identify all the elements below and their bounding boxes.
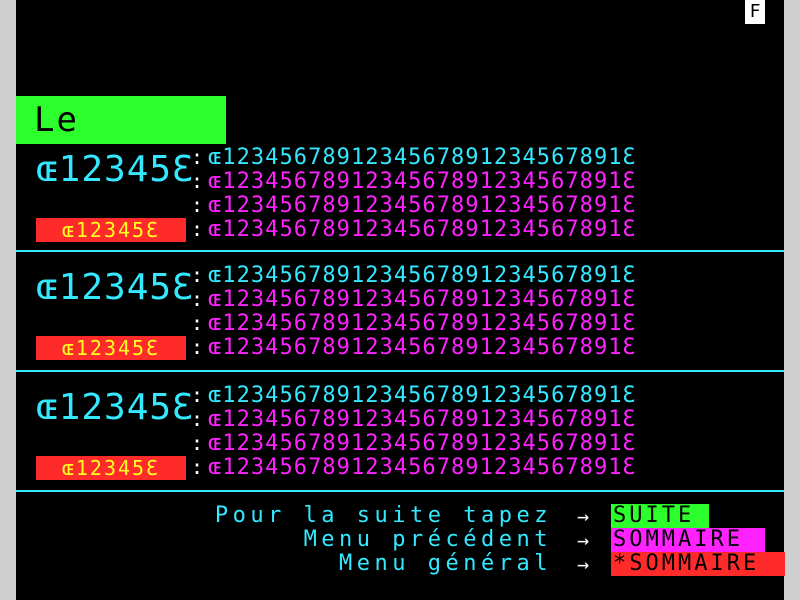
divider xyxy=(16,250,784,252)
divider xyxy=(16,490,784,492)
info-line: ɶ1234567891234567891234567891Ɛ xyxy=(208,288,637,312)
separator: : xyxy=(190,311,204,335)
menu-row-next: Pour la suite tapez → SUITE xyxy=(16,504,784,528)
info-line: ɶ1234567891234567891234567891Ɛ xyxy=(208,384,637,408)
separator: : xyxy=(190,145,204,169)
separator: : xyxy=(190,407,204,431)
suite-key[interactable]: SUITE xyxy=(611,504,709,528)
arrow-right-icon: → xyxy=(576,528,590,552)
arrow-right-icon: → xyxy=(576,552,590,576)
sommaire-key[interactable]: SOMMAIRE xyxy=(611,528,765,552)
separator: : xyxy=(190,287,204,311)
divider xyxy=(16,370,784,372)
separator: : xyxy=(190,263,204,287)
block-badge: ɶ12345Ɛ xyxy=(36,218,186,242)
status-indicator: F xyxy=(745,0,765,24)
separator: : xyxy=(190,193,204,217)
block-heading: ɶ12345Ɛ xyxy=(36,267,195,308)
program-block-1: ɶ12345Ɛ ɶ12345Ɛ : : : : ɶ123456789123456… xyxy=(16,146,784,242)
main-sommaire-key[interactable]: *SOMMAIRE xyxy=(611,552,785,576)
info-line: ɶ1234567891234567891234567891Ɛ xyxy=(208,312,637,336)
separator: : xyxy=(190,217,204,241)
block-heading: ɶ12345Ɛ xyxy=(36,149,195,190)
separator: : xyxy=(190,431,204,455)
block-badge: ɶ12345Ɛ xyxy=(36,336,186,360)
menu-label: Pour la suite tapez xyxy=(214,503,552,528)
page-title: Le Samedi xyxy=(16,96,226,188)
menu-row-general: Menu général → *SOMMAIRE xyxy=(16,551,785,576)
info-line: ɶ1234567891234567891234567891Ɛ xyxy=(208,264,637,288)
block-badge: ɶ12345Ɛ xyxy=(36,456,186,480)
info-line: ɶ1234567891234567891234567891Ɛ xyxy=(208,170,637,194)
menu-row-previous: Menu précédent → SOMMAIRE xyxy=(16,528,784,552)
info-line: ɶ1234567891234567891234567891Ɛ xyxy=(208,456,637,480)
left-border xyxy=(0,0,16,600)
right-border xyxy=(784,0,800,600)
block-heading: ɶ12345Ɛ xyxy=(36,387,195,428)
info-line: ɶ1234567891234567891234567891Ɛ xyxy=(208,146,637,170)
separator: : xyxy=(190,169,204,193)
arrow-right-icon: → xyxy=(576,504,590,528)
info-line: ɶ1234567891234567891234567891Ɛ xyxy=(208,194,637,218)
separator: : xyxy=(190,455,204,479)
program-block-2: ɶ12345Ɛ ɶ12345Ɛ : : : : ɶ123456789123456… xyxy=(16,264,784,360)
info-line: ɶ1234567891234567891234567891Ɛ xyxy=(208,408,637,432)
menu-label: Menu général xyxy=(339,551,552,576)
info-line: ɶ1234567891234567891234567891Ɛ xyxy=(208,336,637,360)
info-line: ɶ1234567891234567891234567891Ɛ xyxy=(208,218,637,242)
separator: : xyxy=(190,335,204,359)
menu-label: Menu précédent xyxy=(303,527,552,552)
info-line: ɶ1234567891234567891234567891Ɛ xyxy=(208,432,637,456)
separator: : xyxy=(190,383,204,407)
program-block-3: ɶ12345Ɛ ɶ12345Ɛ : : : : ɶ123456789123456… xyxy=(16,384,784,480)
